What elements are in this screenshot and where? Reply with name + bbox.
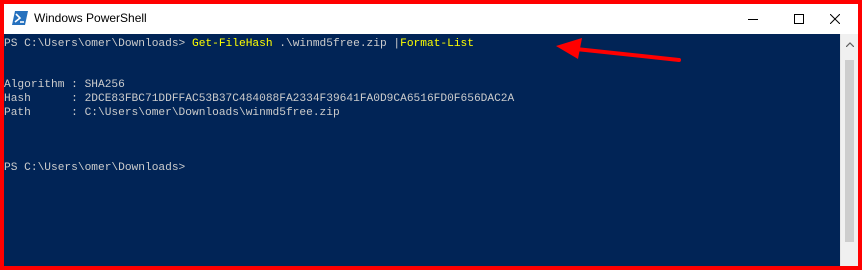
annotation-frame: Windows PowerShell PS C:\Users\omer\Down… <box>0 0 862 270</box>
annotation-arrow-icon <box>556 38 681 62</box>
